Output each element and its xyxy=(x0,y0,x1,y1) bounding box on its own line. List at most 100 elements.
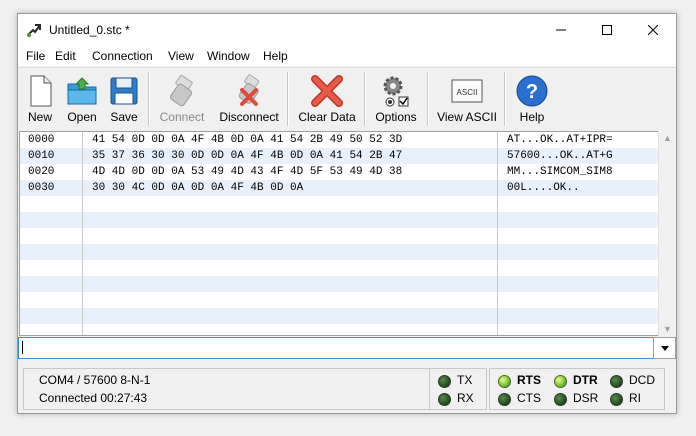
menu-help[interactable]: Help xyxy=(263,49,288,63)
close-button[interactable] xyxy=(630,14,676,46)
table-row xyxy=(20,276,658,292)
view-ascii-button[interactable]: ASCII View ASCII xyxy=(436,70,498,128)
toolbar-separator xyxy=(148,72,150,126)
ri-led-icon xyxy=(610,393,623,406)
options-label: Options xyxy=(375,110,417,124)
maximize-button[interactable] xyxy=(584,14,630,46)
help-button[interactable]: ? Help xyxy=(512,70,552,128)
dsr-led-icon xyxy=(554,393,567,406)
row-ascii: AT...OK..AT+IPR= xyxy=(507,134,613,146)
row-offset: 0030 xyxy=(28,182,55,194)
gear-options-icon xyxy=(383,76,409,107)
txrx-led-panel: TX RX xyxy=(429,368,487,410)
table-row xyxy=(20,196,658,212)
ascii-icon: ASCII xyxy=(451,79,483,103)
column-divider xyxy=(497,132,498,335)
chevron-down-icon xyxy=(660,345,669,351)
clear-data-button[interactable]: Clear Data xyxy=(296,70,358,128)
open-button[interactable]: Open xyxy=(62,70,102,128)
table-row xyxy=(20,260,658,276)
table-row: 0000 41 54 0D 0D 0A 4F 4B 0D 0A 41 54 2B… xyxy=(20,132,658,148)
send-input[interactable] xyxy=(18,337,654,359)
clear-data-label: Clear Data xyxy=(298,110,356,124)
scroll-down-icon[interactable]: ▼ xyxy=(663,324,672,334)
clear-x-icon xyxy=(311,75,343,107)
rts-label[interactable]: RTS xyxy=(517,373,541,387)
scroll-up-icon[interactable]: ▲ xyxy=(663,133,672,143)
menu-view[interactable]: View xyxy=(168,49,194,63)
cts-label: CTS xyxy=(517,391,541,405)
svg-text:?: ? xyxy=(526,81,538,103)
table-row: 0010 35 37 36 30 30 0D 0D 0A 4F 4B 0D 0A… xyxy=(20,148,658,164)
table-row xyxy=(20,308,658,324)
connect-button[interactable]: Connect xyxy=(156,70,208,128)
disconnect-icon xyxy=(238,74,260,106)
help-label: Help xyxy=(519,110,545,124)
row-offset: 0020 xyxy=(28,166,55,178)
help-icon: ? xyxy=(516,75,548,107)
new-file-icon xyxy=(30,75,52,107)
table-row xyxy=(20,244,658,260)
rts-led-icon xyxy=(498,375,511,388)
disconnect-button[interactable]: Disconnect xyxy=(217,70,281,128)
row-hex: 4D 4D 0D 0D 0A 53 49 4D 43 4F 4D 5F 53 4… xyxy=(92,166,403,178)
column-divider xyxy=(82,132,83,335)
usb-plug-icon xyxy=(169,74,193,107)
minimize-icon xyxy=(556,29,566,31)
dcd-led-icon xyxy=(610,375,623,388)
toolbar-separator xyxy=(364,72,366,126)
dtr-label[interactable]: DTR xyxy=(573,373,598,387)
table-row: 0030 30 30 4C 0D 0A 0D 0A 4F 4B 0D 0A 00… xyxy=(20,180,658,196)
row-hex: 41 54 0D 0D 0A 4F 4B 0D 0A 41 54 2B 49 5… xyxy=(92,134,403,146)
save-label: Save xyxy=(110,110,138,124)
dtr-led-icon xyxy=(554,375,567,388)
row-ascii: 00L....OK.. xyxy=(507,182,580,194)
text-caret xyxy=(22,341,23,354)
tx-led-icon xyxy=(438,375,451,388)
row-ascii: 57600...OK..AT+G xyxy=(507,150,613,162)
minimize-button[interactable] xyxy=(538,14,584,46)
options-button[interactable]: Options xyxy=(372,70,420,128)
window-title: Untitled_0.stc * xyxy=(49,23,130,37)
toolbar-separator xyxy=(427,72,429,126)
row-ascii: MM...SIMCOM_SIM8 xyxy=(507,166,613,178)
menu-edit[interactable]: Edit xyxy=(55,49,76,63)
save-button[interactable]: Save xyxy=(106,70,142,128)
toolbar: New Open Save Connect Disconnect Clear D… xyxy=(18,67,676,130)
menu-window[interactable]: Window xyxy=(207,49,250,63)
app-window: Untitled_0.stc * File Edit Connection Vi… xyxy=(17,13,677,414)
save-disk-icon xyxy=(110,77,138,105)
close-icon xyxy=(648,25,658,35)
app-icon xyxy=(27,24,41,37)
new-button[interactable]: New xyxy=(22,70,58,128)
rx-led-icon xyxy=(438,393,451,406)
open-label: Open xyxy=(67,110,97,124)
menu-connection[interactable]: Connection xyxy=(92,49,153,63)
vertical-scrollbar[interactable]: ▲ ▼ xyxy=(658,131,676,336)
row-offset: 0000 xyxy=(28,134,55,146)
title-bar[interactable]: Untitled_0.stc * xyxy=(18,14,676,46)
history-dropdown-button[interactable] xyxy=(653,337,676,359)
menu-bar: File Edit Connection View Window Help xyxy=(18,46,676,66)
row-hex: 30 30 4C 0D 0A 0D 0A 4F 4B 0D 0A xyxy=(92,182,304,194)
connect-label: Connect xyxy=(159,110,205,124)
view-ascii-label: View ASCII xyxy=(437,110,497,124)
menu-file[interactable]: File xyxy=(26,49,45,63)
new-label: New xyxy=(27,110,52,124)
row-hex: 35 37 36 30 30 0D 0D 0A 4F 4B 0D 0A 41 5… xyxy=(92,150,403,162)
cts-led-icon xyxy=(498,393,511,406)
tx-label: TX xyxy=(457,373,473,387)
data-view[interactable]: 0000 41 54 0D 0D 0A 4F 4B 0D 0A 41 54 2B… xyxy=(19,131,659,336)
table-row xyxy=(20,228,658,244)
dcd-label: DCD xyxy=(629,373,655,387)
control-lines-panel: RTS CTS DTR DSR DCD RI xyxy=(489,368,665,410)
table-row xyxy=(20,324,658,335)
disconnect-label: Disconnect xyxy=(219,110,279,124)
connection-time-text: Connected 00:27:43 xyxy=(39,391,148,405)
maximize-icon xyxy=(602,25,612,35)
dsr-label: DSR xyxy=(573,391,599,405)
toolbar-separator xyxy=(287,72,289,126)
table-row xyxy=(20,292,658,308)
rx-label: RX xyxy=(457,391,474,405)
table-row: 0020 4D 4D 0D 0D 0A 53 49 4D 43 4F 4D 5F… xyxy=(20,164,658,180)
